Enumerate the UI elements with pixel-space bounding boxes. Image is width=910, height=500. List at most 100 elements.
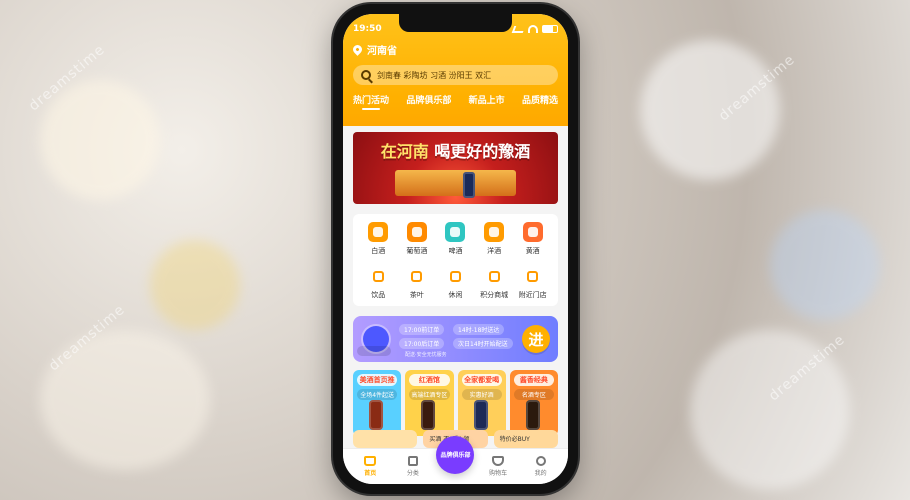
- category-label: 葡萄酒: [406, 247, 428, 255]
- tab-label: 品牌俱乐部: [406, 96, 452, 106]
- promo-card[interactable]: 红酒馆 高端红酒专区: [405, 370, 454, 436]
- status-icons: [511, 25, 558, 33]
- promo-bottle: [473, 400, 488, 430]
- profile-icon: [535, 456, 546, 466]
- search-icon: [361, 70, 371, 80]
- drink-icon: [368, 266, 388, 286]
- category-item[interactable]: 葡萄酒: [398, 222, 437, 256]
- snack-icon: [445, 266, 465, 286]
- tab-hot-activities[interactable]: 热门活动: [353, 93, 389, 110]
- location-pin-icon: [351, 43, 364, 56]
- category-item[interactable]: 附近门店: [513, 266, 552, 300]
- tab-label: 品质精选: [521, 96, 558, 106]
- promo-subtitle: 实惠好酒: [461, 389, 502, 400]
- banner-title-part: 喝更好的豫酒: [434, 142, 531, 161]
- cart-icon: [492, 456, 505, 466]
- promo-title: 美酒首页推: [357, 374, 398, 386]
- banner-title: 在河南 喝更好的豫酒: [363, 138, 548, 162]
- category-item[interactable]: 啤酒: [436, 222, 475, 256]
- tab-category[interactable]: 分类: [392, 456, 434, 477]
- category-item[interactable]: 白酒: [359, 222, 398, 256]
- category-item[interactable]: 黄酒: [513, 222, 552, 256]
- delivery-info-pill: 17:00前订单: [399, 324, 445, 335]
- category-item[interactable]: 休闲: [436, 266, 475, 300]
- tea-icon: [407, 266, 427, 286]
- banner-title-part: 在河南: [380, 142, 429, 161]
- banner-stage: [395, 170, 516, 196]
- tabbar-label: 分类: [406, 470, 419, 477]
- bokeh-light: [770, 210, 880, 320]
- category-label: 洋酒: [487, 247, 502, 255]
- category-label: 积分商城: [480, 291, 509, 299]
- promo-title: 红酒馆: [409, 374, 450, 386]
- battery-icon: [542, 25, 558, 33]
- category-grid: 白酒 葡萄酒 啤酒 洋酒 黄酒 饮品 茶叶 休闲 积分商城 附近门店: [353, 214, 558, 306]
- tabbar-label: 我的: [534, 470, 547, 477]
- category-item[interactable]: 饮品: [359, 266, 398, 300]
- tab-cart[interactable]: 购物车: [477, 456, 519, 477]
- tab-home[interactable]: 首页: [349, 456, 391, 477]
- delivery-rider-icon: [357, 326, 391, 356]
- bottom-tab-bar: 首页 分类 品牌俱乐部 购物车 我的: [343, 435, 568, 485]
- wifi-icon: [528, 25, 538, 33]
- promo-title: 全家都爱喝: [461, 374, 502, 386]
- search-bar[interactable]: 剑南春 彩陶坊 习酒 汾阳王 双汇: [353, 65, 558, 85]
- category-item[interactable]: 积分商城: [475, 266, 514, 300]
- promo-card[interactable]: 全家都爱喝 实惠好酒: [457, 370, 506, 436]
- delivery-info-pill: 14时-18时送达: [453, 324, 505, 335]
- category-label: 附近门店: [518, 291, 547, 299]
- delivery-note: 配送·安全无忧服务: [405, 352, 447, 358]
- wine-icon: [406, 222, 427, 242]
- promo-title: 酱香经典: [513, 374, 554, 386]
- bokeh-light: [150, 240, 240, 330]
- tab-quality-selection[interactable]: 品质精选: [522, 93, 558, 110]
- points-icon: [484, 266, 504, 286]
- delivery-banner[interactable]: 17:00前订单 14时-18时送达 17:00后订单 次日14时开始配送 配送…: [353, 316, 558, 362]
- tab-new-products[interactable]: 新品上市: [469, 93, 505, 110]
- category-item[interactable]: 茶叶: [398, 266, 437, 300]
- tab-label: 新品上市: [468, 96, 505, 106]
- delivery-info-pill: 次日14时开始配送: [453, 338, 513, 349]
- signal-icon: [511, 25, 526, 33]
- status-time: 19:50: [353, 24, 382, 34]
- promo-bottle: [421, 400, 436, 430]
- club-label: 品牌俱乐部: [440, 452, 471, 459]
- store-location-icon: [523, 266, 543, 286]
- beer-icon: [445, 222, 466, 242]
- tabbar-label: 购物车: [489, 470, 508, 477]
- top-tabs: 热门活动 品牌俱乐部 新品上市 品质精选: [353, 93, 558, 110]
- banner-bottle: [463, 172, 475, 198]
- location-selector[interactable]: 河南省: [351, 42, 558, 57]
- promo-banner[interactable]: 在河南 喝更好的豫酒: [353, 132, 558, 204]
- delivery-info-pill: 17:00后订单: [399, 338, 445, 349]
- bokeh-light: [40, 80, 160, 200]
- home-icon: [364, 456, 377, 466]
- strip-text: 特价必BUY: [499, 436, 530, 443]
- category-label: 茶叶: [409, 291, 424, 299]
- strip-card[interactable]: [353, 430, 418, 448]
- tab-brand-club[interactable]: 品牌俱乐部: [406, 93, 451, 110]
- baijiu-icon: [368, 222, 389, 242]
- location-label: 河南省: [367, 46, 397, 57]
- enter-button[interactable]: 进: [522, 325, 550, 353]
- tab-brand-club-center[interactable]: 品牌俱乐部: [434, 435, 476, 485]
- app-screen: 19:50 河南省 剑南春 彩陶坊 习酒 汾阳王 双汇 热门活动 品牌俱乐部 新…: [343, 14, 568, 484]
- tab-profile[interactable]: 我的: [520, 456, 562, 477]
- promo-bottle: [369, 400, 383, 430]
- notch: [399, 14, 512, 32]
- strip-card[interactable]: 特价必BUY: [493, 430, 558, 448]
- promo-cards: 美酒首页推 全场4件起送 红酒馆 高端红酒专区 全家都爱喝 实惠好酒 酱香经典 …: [353, 370, 558, 436]
- search-text: 剑南春 彩陶坊 习酒 汾阳王 双汇: [377, 70, 492, 80]
- category-label: 休闲: [448, 291, 463, 299]
- tabbar-label: 首页: [364, 470, 377, 477]
- category-label: 饮品: [371, 291, 386, 299]
- club-button[interactable]: 品牌俱乐部: [436, 435, 475, 474]
- promo-subtitle: 全场4件起送: [357, 389, 398, 400]
- category-icon: [407, 456, 418, 466]
- category-item[interactable]: 洋酒: [475, 222, 514, 256]
- promo-bottle: [525, 400, 540, 430]
- promo-card[interactable]: 酱香经典 名酒专区: [509, 370, 558, 436]
- promo-card[interactable]: 美酒首页推 全场4件起送: [353, 370, 402, 436]
- promo-subtitle: 高端红酒专区: [409, 389, 450, 400]
- category-label: 黄酒: [525, 247, 540, 255]
